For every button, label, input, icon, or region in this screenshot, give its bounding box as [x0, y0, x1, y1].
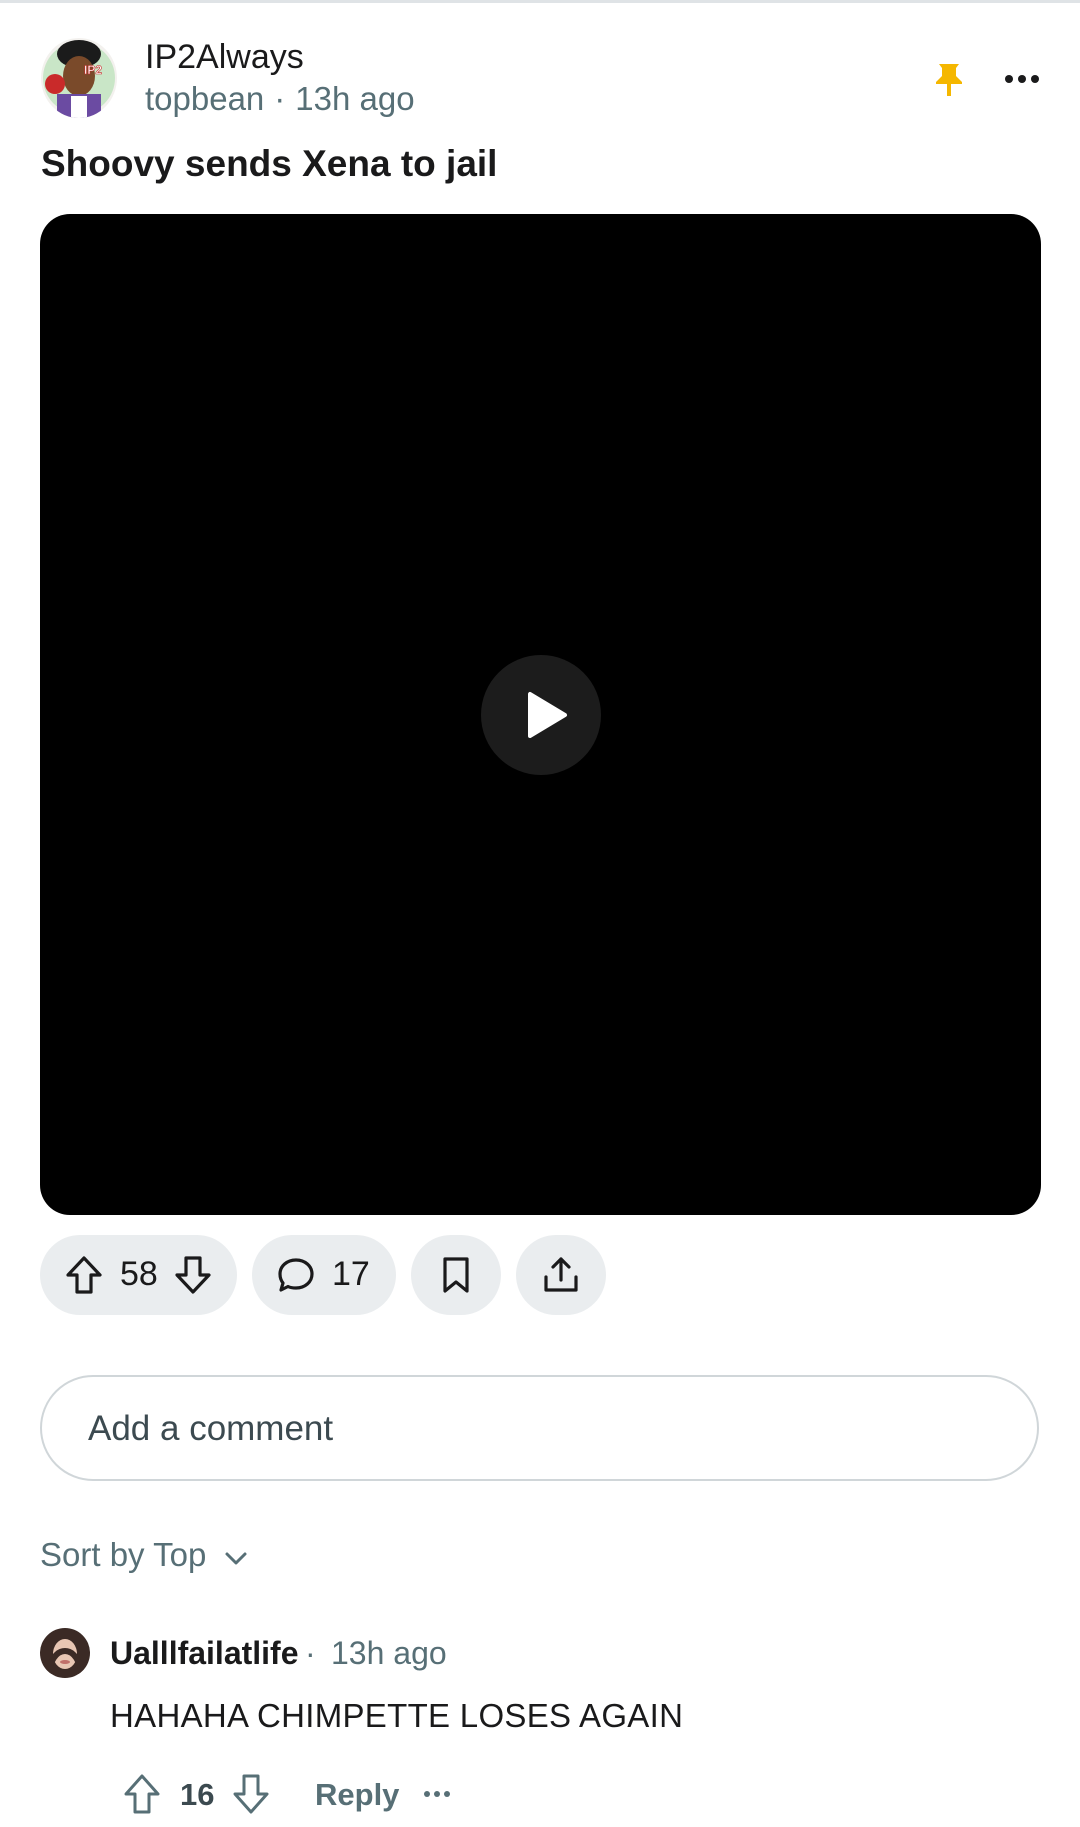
video-player[interactable] [40, 214, 1041, 1215]
play-icon [528, 692, 567, 738]
post-time: 13h ago [295, 80, 415, 117]
comment-input[interactable] [88, 1401, 988, 1457]
downvote-icon[interactable] [173, 1255, 213, 1295]
post-meta: topbean · 13h ago [145, 80, 415, 118]
comment-actions: 16 Reply [122, 1769, 542, 1819]
post-header: IP2 IP2Always topbean · 13h ago [41, 38, 1041, 118]
share-icon [541, 1255, 581, 1295]
avatar-badge-text: IP2 [84, 63, 102, 77]
commenter-avatar[interactable] [40, 1628, 90, 1678]
comment-meta-separator: · [305, 1635, 316, 1671]
comment-author[interactable]: Ualllfailatlife [110, 1635, 299, 1672]
share-button[interactable] [516, 1235, 606, 1315]
vote-pill: 58 [40, 1235, 237, 1315]
comment-more-icon[interactable] [422, 1779, 452, 1809]
top-divider [0, 0, 1080, 3]
more-icon[interactable] [1003, 60, 1041, 98]
comment-downvote-icon[interactable] [231, 1773, 271, 1815]
community-name[interactable]: IP2Always [145, 38, 304, 77]
author-name[interactable]: topbean [145, 80, 264, 117]
meta-separator: · [274, 80, 286, 117]
sort-label: Sort by Top [40, 1536, 207, 1573]
comment-upvote-icon[interactable] [122, 1773, 162, 1815]
comment-icon [276, 1255, 316, 1295]
reply-button[interactable]: Reply [315, 1777, 399, 1813]
post-title[interactable]: Shoovy sends Xena to jail [41, 143, 497, 185]
sort-dropdown[interactable]: Sort by Top [40, 1536, 247, 1582]
vote-count: 58 [120, 1255, 158, 1293]
play-button[interactable] [481, 655, 601, 775]
save-icon [436, 1255, 476, 1295]
upvote-icon[interactable] [64, 1255, 104, 1295]
comment-vote-count: 16 [180, 1777, 215, 1812]
community-avatar[interactable]: IP2 [41, 38, 117, 118]
save-button[interactable] [411, 1235, 501, 1315]
comment-body: HAHAHA CHIMPETTE LOSES AGAIN [110, 1697, 684, 1734]
comment-item: Ualllfailatlife · 13h ago HAHAHA CHIMPET… [40, 1625, 1040, 1825]
comments-button[interactable]: 17 [252, 1235, 396, 1315]
comment-time: 13h ago [331, 1635, 447, 1671]
comment-count: 17 [332, 1255, 370, 1293]
add-comment-box[interactable] [40, 1375, 1039, 1481]
pin-icon [930, 60, 968, 98]
chevron-down-icon [221, 1544, 251, 1574]
